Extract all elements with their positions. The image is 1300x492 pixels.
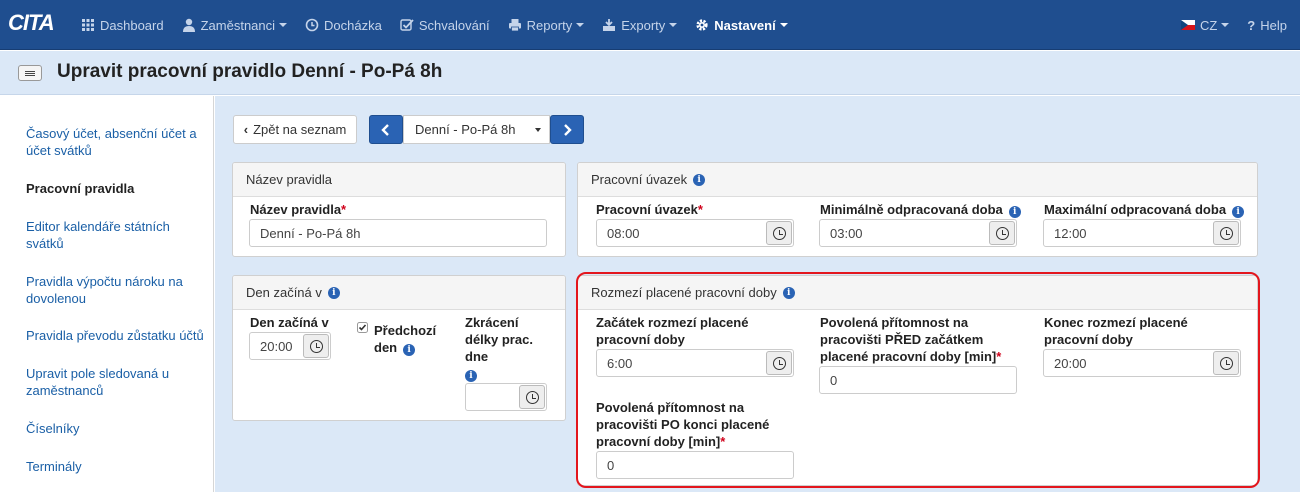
nazev-pravidla-input[interactable]: Denní - Po-Pá 8h [249, 219, 547, 247]
info-icon[interactable]: i [327, 286, 340, 299]
dropdown-caret-icon [535, 128, 541, 132]
label-zkraceni: Zkrácení délky prac. dne i [465, 315, 533, 382]
prev-rule-button[interactable] [369, 115, 403, 144]
app-logo[interactable]: CITA [8, 11, 55, 35]
clock-button[interactable] [303, 334, 329, 358]
clock-button[interactable] [519, 385, 545, 409]
language-switch[interactable]: CZ [1172, 0, 1238, 50]
sidebar-item-pracovni-pravidla[interactable]: Pracovní pravidla [26, 180, 206, 197]
min-doba-input[interactable]: 03:00 [819, 219, 1017, 247]
label-pracovni-uvazek: Pracovní úvazek* [596, 202, 703, 217]
panel-title: Den začíná v [246, 285, 322, 300]
gear-icon [695, 18, 709, 32]
nav-reporty[interactable]: Reporty [499, 0, 594, 50]
pracovni-uvazek-input[interactable]: 08:00 [596, 219, 794, 247]
sidebar-item-dovolena[interactable]: Pravidla výpočtu nároku na dovolenou [26, 273, 206, 307]
max-doba-input[interactable]: 12:00 [1043, 219, 1241, 247]
chevron-left-icon [381, 123, 389, 136]
rule-select[interactable]: Denní - Po-Pá 8h [403, 115, 550, 144]
next-rule-button[interactable] [550, 115, 584, 144]
den-zacina-input[interactable]: 20:00 [249, 332, 331, 360]
main-nav: Dashboard Zaměstnanci Docházka Schvalová… [72, 0, 797, 50]
label-min-doba: Minimálně odpracovaná doba i [820, 201, 1021, 218]
sidebar-item-terminaly[interactable]: Terminály [26, 458, 206, 475]
label-max-doba: Maximální odpracovaná doba i [1044, 201, 1245, 218]
nav-zamestnanci[interactable]: Zaměstnanci [173, 0, 296, 50]
user-icon [182, 18, 196, 32]
zkraceni-input[interactable] [465, 383, 547, 411]
page-header: Upravit pracovní pravidlo Denní - Po-Pá … [0, 51, 1300, 95]
info-icon[interactable]: i [403, 344, 416, 356]
nav-dochazka[interactable]: Docházka [296, 0, 391, 50]
question-icon: ? [1247, 17, 1256, 33]
nav-schvalovani[interactable]: Schvalování [391, 0, 499, 50]
clock-button[interactable] [989, 221, 1015, 245]
info-icon[interactable]: i [1232, 206, 1245, 218]
page-title: Upravit pracovní pravidlo Denní - Po-Pá … [57, 61, 443, 82]
card-icon [18, 65, 42, 81]
top-navbar: CITA Dashboard Zaměstnanci Docházka Schv… [0, 0, 1300, 50]
print-icon [508, 18, 522, 32]
settings-sidebar: Časový účet, absenční účet a účet svátků… [0, 96, 214, 492]
info-icon[interactable]: i [465, 370, 477, 382]
help-link[interactable]: ? Help [1238, 0, 1296, 50]
nav-dashboard[interactable]: Dashboard [72, 0, 173, 50]
info-icon[interactable]: i [693, 173, 706, 186]
nav-exporty[interactable]: Exporty [593, 0, 686, 50]
export-icon [602, 18, 616, 32]
info-icon[interactable]: i [1008, 206, 1021, 218]
panel-title: Název pravidla [246, 172, 332, 187]
clock-button[interactable] [1213, 221, 1239, 245]
clock-icon [305, 18, 319, 32]
sidebar-item-prevod[interactable]: Pravidla převodu zůstatku účtů [26, 327, 206, 344]
sidebar-item-kalendar[interactable]: Editor kalendáře státních svátků [26, 218, 206, 252]
label-den-zacina: Den začíná v [250, 315, 329, 330]
panel-title: Pracovní úvazek [591, 172, 688, 187]
nav-nastaveni[interactable]: Nastavení [686, 0, 796, 50]
predchozi-den-checkbox[interactable] [357, 322, 368, 333]
dashboard-icon [81, 18, 95, 32]
label-predchozi-den: Předchozí den i [374, 323, 437, 356]
sidebar-item-ucty[interactable]: Časový účet, absenční účet a účet svátků [26, 125, 206, 159]
cz-flag-icon [1180, 20, 1195, 30]
highlight-annotation [576, 272, 1260, 488]
clock-button[interactable] [766, 221, 792, 245]
chevron-right-icon [564, 123, 572, 136]
label-nazev-pravidla: Název pravidla* [250, 202, 347, 217]
sidebar-item-ciselniky[interactable]: Číselníky [26, 420, 206, 437]
chevron-left-icon: ‹ [243, 122, 249, 137]
back-to-list-button[interactable]: ‹ Zpět na seznam [233, 115, 357, 144]
check-icon [400, 18, 414, 32]
sidebar-item-pole[interactable]: Upravit pole sledovaná u zaměstnanců [26, 365, 206, 399]
checkbox-checked-icon [357, 322, 368, 333]
